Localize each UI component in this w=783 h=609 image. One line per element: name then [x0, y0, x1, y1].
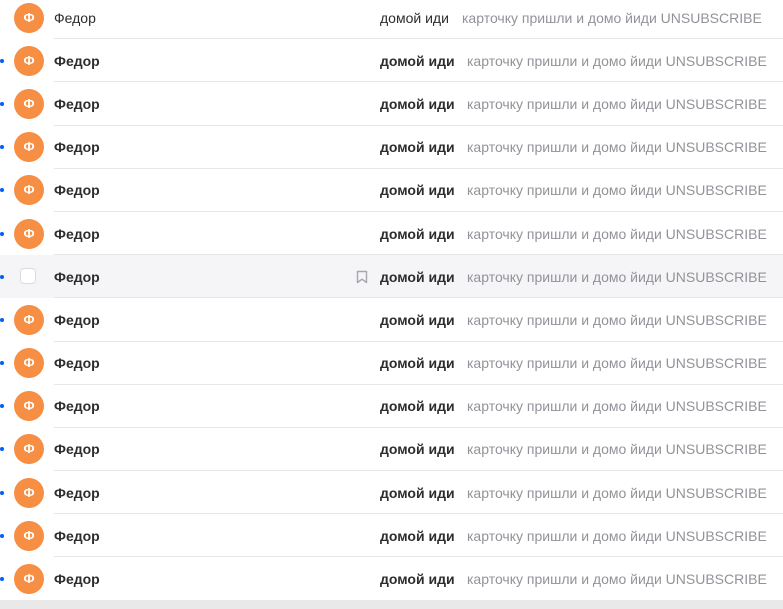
message-row[interactable]: Ф Федор домой иди карточку пришли и домо йи… — [0, 125, 783, 169]
message-subject: домой иди — [380, 52, 455, 69]
message-snippet: карточку пришли и домо йиди UNSUBSCRIBE — [467, 484, 767, 501]
sender-name: Федор — [54, 311, 100, 328]
sender-name: Федор — [54, 398, 100, 415]
message-subject: домой иди — [380, 268, 455, 285]
message-row[interactable]: Ф Федор домой иди карточку пришли и домо йи… — [0, 471, 783, 515]
message-subject: домой иди — [380, 95, 455, 112]
message-row[interactable]: Ф Федор домой иди карточку пришли и домо йи… — [0, 82, 783, 126]
message-snippet: карточку пришли и домо йиди UNSUBSCRIBE — [467, 225, 767, 242]
unread-indicator[interactable] — [0, 145, 4, 150]
message-row[interactable]: Ф Федор домой иди карточку пришли и домо йи… — [0, 298, 783, 342]
sender-name: Федор — [54, 182, 100, 199]
unread-indicator[interactable] — [0, 101, 4, 106]
message-subject: домой иди — [380, 527, 455, 544]
message-snippet: карточку пришли и домо йиди UNSUBSCRIBE — [467, 571, 767, 588]
avatar[interactable]: Ф — [14, 2, 44, 33]
unread-indicator[interactable] — [0, 231, 4, 236]
sender-name: Федор — [54, 139, 100, 156]
message-snippet: карточку пришли и домо йиди UNSUBSCRIBE — [467, 355, 767, 372]
message-row[interactable]: Ф Федор домой иди карточку пришли и домо йи… — [0, 427, 783, 472]
avatar[interactable]: Ф — [14, 520, 44, 551]
unread-indicator[interactable] — [0, 58, 4, 63]
sender-name: Федор — [54, 9, 96, 26]
avatar[interactable]: Ф — [14, 304, 44, 335]
message-snippet: карточку пришли и домо йиди UNSUBSCRIBE — [467, 398, 767, 415]
unread-indicator[interactable] — [0, 447, 4, 452]
message-row[interactable]: Ф Федор домой иди карточку пришли и домо йи… — [0, 0, 783, 40]
bookmark-icon[interactable] — [356, 270, 368, 284]
unread-indicator[interactable] — [0, 274, 4, 279]
message-subject: домой иди — [380, 311, 455, 328]
message-row[interactable]: Ф Федор домой иди карточку пришли и домо йи… — [0, 211, 783, 256]
avatar[interactable]: Ф — [14, 477, 44, 508]
message-snippet: карточку пришли и домо йиди UNSUBSCRIBE — [467, 527, 767, 544]
message-row[interactable]: Ф Федор домой иди карточку пришли и домо йи… — [0, 384, 783, 428]
avatar[interactable]: Ф — [14, 45, 44, 76]
sender-name: Федор — [54, 355, 100, 372]
avatar[interactable]: Ф — [14, 564, 44, 595]
unread-indicator[interactable] — [0, 490, 4, 495]
message-row[interactable]: Ф Федор домой иди карточку пришли и домо йи… — [0, 168, 783, 212]
message-snippet: карточку пришли и домо йиди UNSUBSCRIBE — [467, 139, 767, 156]
message-snippet: карточку пришли и домо йиди UNSUBSCRIBE — [467, 182, 767, 199]
message-row[interactable]: Ф Федор домой иди карточку пришли и домо йи… — [0, 39, 783, 83]
sender-name: Федор — [54, 484, 100, 501]
avatar[interactable]: Ф — [14, 348, 44, 379]
message-list: Ф Федор домой иди карточку пришли и домо йи… — [0, 0, 783, 601]
unread-indicator[interactable] — [0, 188, 4, 193]
message-subject: домой иди — [380, 441, 455, 458]
unread-indicator[interactable] — [0, 577, 4, 582]
avatar[interactable]: Ф — [14, 132, 44, 163]
unread-indicator[interactable] — [0, 361, 4, 366]
sender-name: Федор — [54, 527, 100, 544]
avatar[interactable]: Ф — [14, 391, 44, 422]
message-snippet: карточку пришли и домо йиди UNSUBSCRIBE — [467, 311, 767, 328]
message-subject: домой иди — [380, 225, 455, 242]
avatar[interactable]: Ф — [14, 434, 44, 465]
message-snippet: карточку пришли и домо йиди UNSUBSCRIBE — [467, 95, 767, 112]
message-snippet: карточку пришли и домо йиди UNSUBSCRIBE — [462, 9, 762, 26]
message-snippet: карточку пришли и домо йиди UNSUBSCRIBE — [467, 441, 767, 458]
sender-name: Федор — [54, 268, 100, 285]
message-snippet: карточку пришли и домо йиди UNSUBSCRIBE — [467, 268, 767, 285]
message-subject: домой иди — [380, 182, 455, 199]
message-subject: домой иди — [380, 139, 455, 156]
sender-name: Федор — [54, 571, 100, 588]
message-row[interactable]: Ф Федор домой иди карточку пришли и домо йи… — [0, 341, 783, 385]
message-subject: домой иди — [380, 355, 455, 372]
avatar[interactable]: Ф — [14, 218, 44, 249]
unread-indicator[interactable] — [0, 533, 4, 538]
message-subject: домой иди — [380, 484, 455, 501]
message-subject: домой иди — [380, 9, 449, 26]
message-row[interactable]: Ф Федор домой иди карточку пришли и домо йи… — [0, 557, 783, 601]
message-snippet: карточку пришли и домо йиди UNSUBSCRIBE — [467, 52, 767, 69]
unread-indicator[interactable] — [0, 404, 4, 409]
select-checkbox[interactable] — [20, 267, 36, 284]
message-row[interactable]: Федор домой иди карточку пришли и домо йид… — [0, 255, 783, 299]
avatar[interactable]: Ф — [14, 175, 44, 206]
sender-name: Федор — [54, 225, 100, 242]
sender-name: Федор — [54, 95, 100, 112]
message-subject: домой иди — [380, 398, 455, 415]
message-row[interactable]: Ф Федор домой иди карточку пришли и домо йи… — [0, 514, 783, 558]
sender-name: Федор — [54, 52, 100, 69]
avatar[interactable]: Ф — [14, 88, 44, 119]
unread-indicator[interactable] — [0, 317, 4, 322]
message-subject: домой иди — [380, 571, 455, 588]
page-background — [0, 600, 783, 609]
sender-name: Федор — [54, 441, 100, 458]
